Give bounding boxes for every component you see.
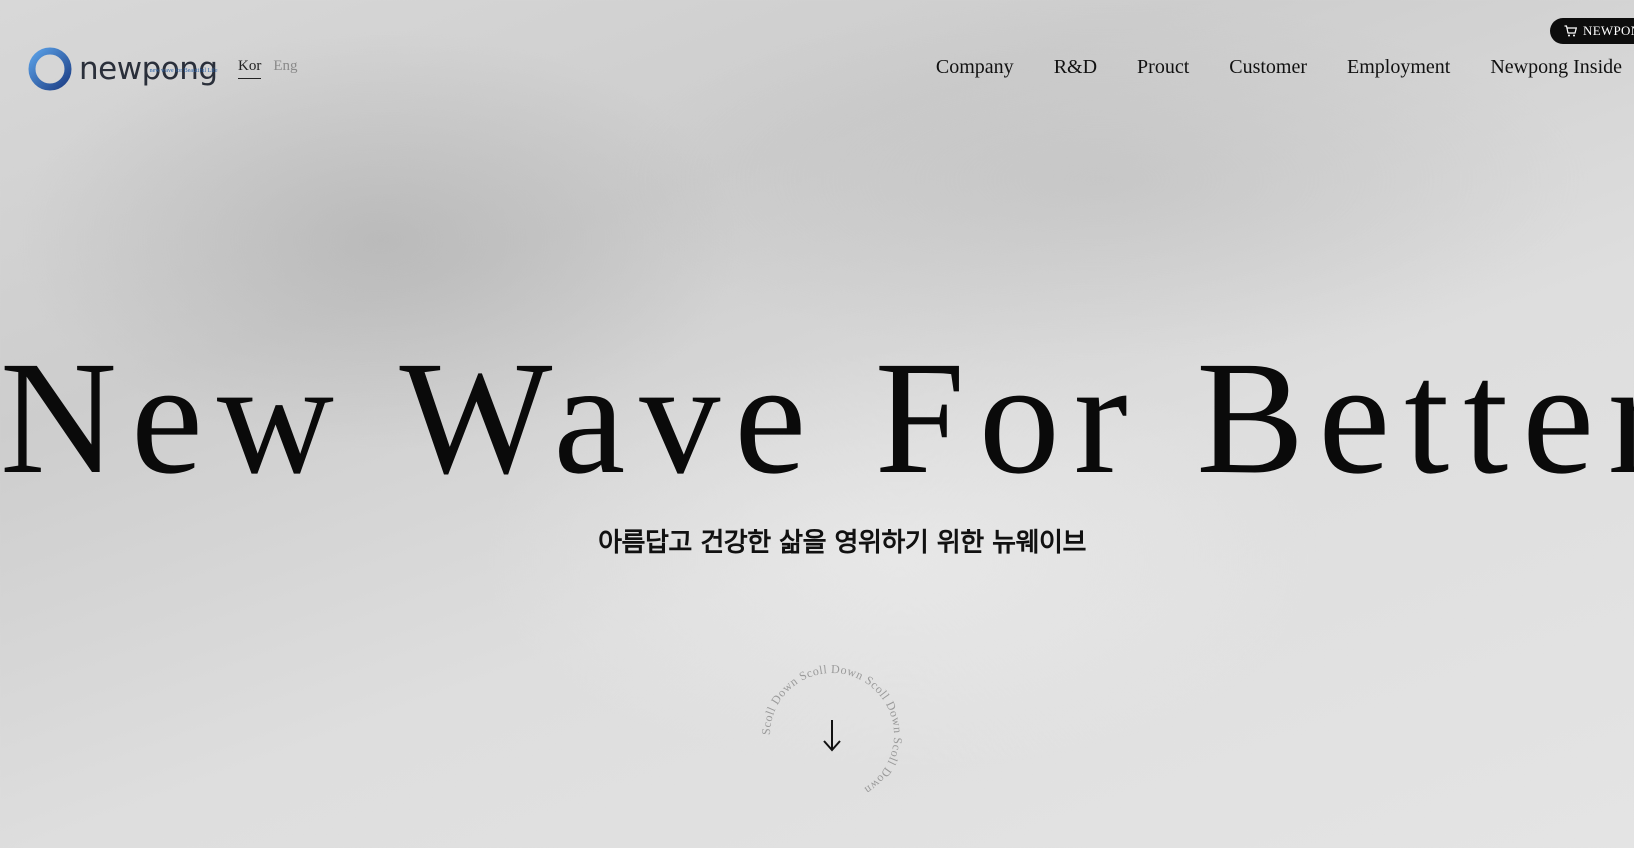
hero-subtitle: 아름답고 건강한 삶을 영위하기 위한 뉴웨이브 [598, 528, 1086, 558]
scroll-down-button[interactable]: Scoll Down Scoll Down Scoll Down Scoll D… [759, 662, 905, 805]
nav-customer[interactable]: Customer [1229, 56, 1307, 79]
nav-rnd[interactable]: R&D [1054, 56, 1097, 79]
arrow-down-icon [823, 720, 841, 752]
logo-ring-icon [28, 47, 72, 91]
main-nav: Company R&D Prouct Customer Employment N… [936, 56, 1622, 79]
lang-kor[interactable]: Kor [238, 58, 262, 79]
logo-tagline: new wave for Beautiful Life [149, 68, 218, 74]
nav-company[interactable]: Company [936, 56, 1014, 79]
lang-eng[interactable]: Eng [273, 58, 297, 79]
nav-employment[interactable]: Employment [1347, 56, 1450, 79]
nav-product[interactable]: Prouct [1137, 56, 1189, 79]
logo[interactable]: newpong new wave for Beautiful Life [27, 46, 218, 92]
cart-icon [1564, 25, 1577, 37]
language-switch: Kor Eng [238, 58, 298, 79]
shop-button[interactable]: NEWPONG SHOP [1550, 18, 1634, 44]
scroll-down-ring: Scoll Down Scoll Down Scoll Down Scoll D… [759, 662, 905, 798]
nav-newpong-inside[interactable]: Newpong Inside [1490, 56, 1622, 79]
shop-button-label: NEWPONG SHOP [1583, 23, 1634, 38]
logo-wordmark: newpong new wave for Beautiful Life [79, 46, 218, 92]
hero-title: New Wave For Better [0, 329, 1634, 508]
